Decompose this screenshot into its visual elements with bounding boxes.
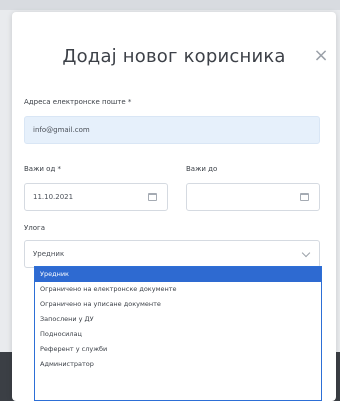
close-icon[interactable]: × <box>312 47 330 65</box>
email-label: Адреса електронске поште * <box>24 98 132 106</box>
role-dropdown-list: Уредник Ограничено на електронске докуме… <box>34 266 322 401</box>
role-option[interactable]: Ограничено на електронске документе <box>35 282 321 297</box>
calendar-icon[interactable] <box>148 193 157 201</box>
chevron-down-icon <box>301 248 311 258</box>
background-top-bar <box>0 0 340 10</box>
role-option[interactable]: Запослени у ДУ <box>35 312 321 327</box>
email-field[interactable]: info@gmail.com <box>24 116 320 144</box>
valid-from-value: 11.10.2021 <box>33 193 74 201</box>
valid-from-label: Важи од * <box>24 165 62 173</box>
dialog-title: Додај новог корисника <box>62 46 286 67</box>
role-selected-value: Уредник <box>33 250 65 258</box>
role-option[interactable]: Уредник <box>35 267 321 282</box>
role-option[interactable]: Администратор <box>35 357 321 372</box>
role-label: Улога <box>24 224 45 232</box>
role-option[interactable]: Подносилац <box>35 327 321 342</box>
valid-to-label: Важи до <box>186 165 218 173</box>
role-select[interactable]: Уредник <box>24 240 320 268</box>
valid-to-field[interactable] <box>186 183 320 211</box>
valid-from-field[interactable]: 11.10.2021 <box>24 183 168 211</box>
calendar-icon[interactable] <box>300 193 309 201</box>
role-option[interactable]: Ограничено на уписане документе <box>35 297 321 312</box>
role-option[interactable]: Референт у служби <box>35 342 321 357</box>
